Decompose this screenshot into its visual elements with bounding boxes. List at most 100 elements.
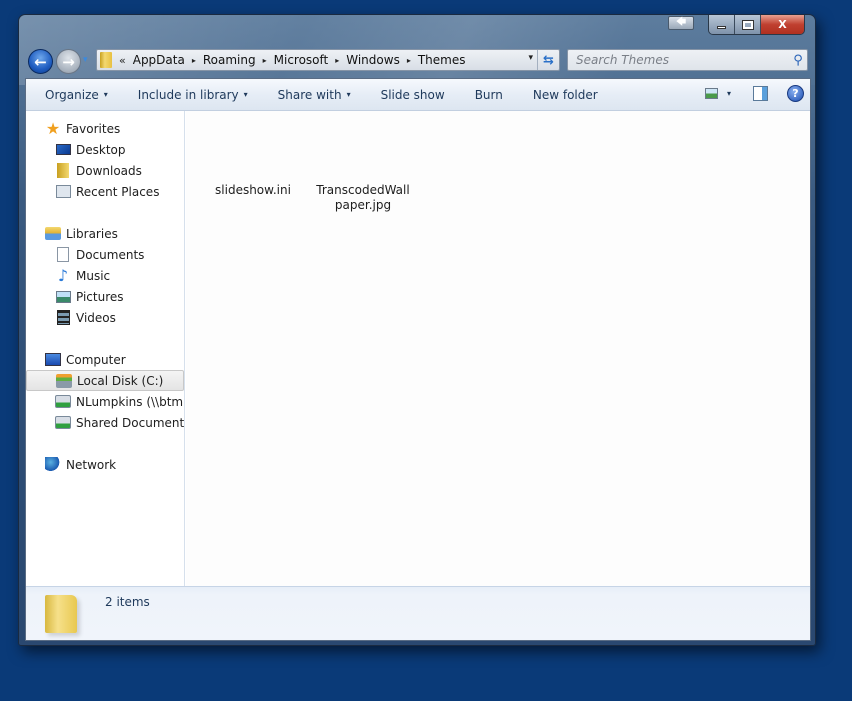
- new-folder-label: New folder: [532, 87, 598, 102]
- search-box: ⚲: [567, 49, 808, 71]
- folder-icon: [45, 595, 77, 633]
- folder-icon: [100, 52, 112, 68]
- slide-show-label: Slide show: [380, 87, 445, 102]
- libraries-icon: [45, 227, 61, 240]
- help-icon[interactable]: ?: [787, 85, 804, 102]
- nav-network[interactable]: Network: [26, 454, 184, 475]
- chevron-down-icon: ▾: [346, 90, 351, 99]
- breadcrumb-roaming[interactable]: Roaming: [203, 53, 256, 67]
- share-with-button[interactable]: Share with ▾: [270, 88, 359, 102]
- nav-local-disk[interactable]: Local Disk (C:): [26, 370, 184, 391]
- arrow-left-icon: 🡄: [675, 16, 687, 28]
- address-bar[interactable]: « AppData ▸ Roaming ▸ Microsoft ▸ Window…: [96, 49, 560, 71]
- recent-places-icon: [55, 185, 71, 198]
- organize-label: Organize: [45, 87, 99, 102]
- chevron-down-icon: ▾: [103, 90, 108, 99]
- file-list: slideshow.ini TranscodedWallpaper.jpg: [186, 111, 810, 588]
- nav-label: NLumpkins (\\btmia: [76, 394, 184, 409]
- nav-label: Documents: [76, 247, 145, 262]
- include-in-library-label: Include in library: [137, 87, 239, 102]
- item-count: 2 items: [105, 595, 150, 609]
- address-dropdown-icon[interactable]: ▾: [528, 53, 533, 63]
- breadcrumb-themes[interactable]: Themes: [418, 53, 466, 67]
- nav-music[interactable]: ♪ Music: [26, 265, 184, 286]
- nav-pictures[interactable]: Pictures: [26, 286, 184, 307]
- explorer-window: 🡄 X ← → ▾ « AppData ▸ Roaming ▸ Microsof…: [18, 14, 816, 646]
- burn-label: Burn: [474, 87, 503, 102]
- breadcrumb-separator-icon[interactable]: ▸: [263, 56, 267, 65]
- help-label: ?: [792, 87, 799, 100]
- slide-show-button[interactable]: Slide show: [373, 88, 453, 102]
- search-icon[interactable]: ⚲: [789, 53, 807, 68]
- breadcrumb-separator-icon[interactable]: ▸: [407, 56, 411, 65]
- computer-icon: [45, 353, 61, 366]
- chevron-down-icon: ▾: [243, 90, 248, 99]
- nav-label: Desktop: [76, 142, 126, 157]
- nav-libraries[interactable]: Libraries: [26, 223, 184, 244]
- file-item[interactable]: TranscodedWallpaper.jpg: [314, 183, 412, 213]
- downloads-icon: [57, 163, 69, 178]
- nav-network-drive-nlumpkins[interactable]: NLumpkins (\\btmia: [26, 391, 184, 412]
- minimize-button[interactable]: [709, 15, 735, 34]
- nav-label: Libraries: [66, 226, 118, 241]
- burn-button[interactable]: Burn: [467, 88, 511, 102]
- network-drive-icon: [55, 416, 71, 429]
- desktop-icon: [55, 144, 71, 155]
- back-button[interactable]: ←: [28, 49, 53, 74]
- nav-computer[interactable]: Computer: [26, 349, 184, 370]
- nav-label: Computer: [66, 352, 126, 367]
- refresh-button[interactable]: ⇆: [537, 50, 559, 70]
- breadcrumb-windows[interactable]: Windows: [346, 53, 400, 67]
- back-arrow-icon: ←: [34, 52, 47, 71]
- forward-arrow-icon: →: [62, 52, 75, 71]
- navigation-pane: ★ Favorites Desktop Downloads Recent Plac…: [26, 111, 185, 588]
- file-name: slideshow.ini: [215, 183, 291, 197]
- maximize-button[interactable]: [735, 15, 761, 34]
- nav-desktop[interactable]: Desktop: [26, 139, 184, 160]
- preview-pane-icon[interactable]: [753, 86, 768, 101]
- caption-buttons: X: [708, 15, 805, 35]
- forward-button[interactable]: →: [56, 49, 81, 74]
- command-bar: Organize ▾ Include in library ▾ Share with…: [26, 79, 810, 111]
- minimize-icon: [717, 26, 726, 29]
- nav-videos[interactable]: Videos: [26, 307, 184, 328]
- nav-network-drive-shared-documents[interactable]: Shared Documents (: [26, 412, 184, 433]
- breadcrumb-appdata[interactable]: AppData: [133, 53, 185, 67]
- close-button[interactable]: X: [761, 15, 804, 34]
- details-pane: 2 items: [26, 586, 810, 640]
- maximize-icon: [741, 19, 754, 30]
- nav-favorites[interactable]: ★ Favorites: [26, 118, 184, 139]
- refresh-icon: ⇆: [543, 52, 554, 68]
- search-input[interactable]: [568, 50, 789, 70]
- file-item[interactable]: slideshow.ini: [198, 183, 308, 198]
- breadcrumb-separator-icon[interactable]: ▸: [335, 56, 339, 65]
- new-folder-button[interactable]: New folder: [525, 88, 606, 102]
- include-in-library-button[interactable]: Include in library ▾: [130, 88, 256, 102]
- videos-icon: [56, 310, 70, 325]
- nav-documents[interactable]: Documents: [26, 244, 184, 265]
- local-disk-icon: [56, 373, 72, 388]
- nav-label: Music: [76, 268, 111, 283]
- breadcrumb-microsoft[interactable]: Microsoft: [274, 53, 329, 67]
- organize-button[interactable]: Organize ▾: [37, 88, 116, 102]
- nav-label: Downloads: [76, 163, 142, 178]
- nav-label: Pictures: [76, 289, 124, 304]
- documents-icon: [57, 247, 69, 262]
- nav-label: Local Disk (C:): [77, 373, 164, 388]
- breadcrumb-separator-icon[interactable]: ▸: [192, 56, 196, 65]
- chevron-down-icon: ▾: [83, 55, 88, 65]
- recent-pages-dropdown[interactable]: ▾: [83, 55, 88, 65]
- star-icon: ★: [45, 119, 61, 138]
- music-icon: ♪: [57, 266, 69, 285]
- nav-downloads[interactable]: Downloads: [26, 160, 184, 181]
- change-view-icon[interactable]: [704, 88, 718, 99]
- share-with-label: Share with: [277, 87, 342, 102]
- breadcrumb-overflow[interactable]: «: [119, 54, 126, 67]
- nav-label: Videos: [76, 310, 116, 325]
- network-icon: [45, 457, 61, 472]
- network-drive-icon: [55, 395, 71, 408]
- snap-button[interactable]: 🡄: [668, 16, 694, 30]
- nav-label: Shared Documents (: [76, 415, 184, 430]
- nav-recent-places[interactable]: Recent Places: [26, 181, 184, 202]
- chevron-down-icon[interactable]: ▾: [727, 89, 731, 98]
